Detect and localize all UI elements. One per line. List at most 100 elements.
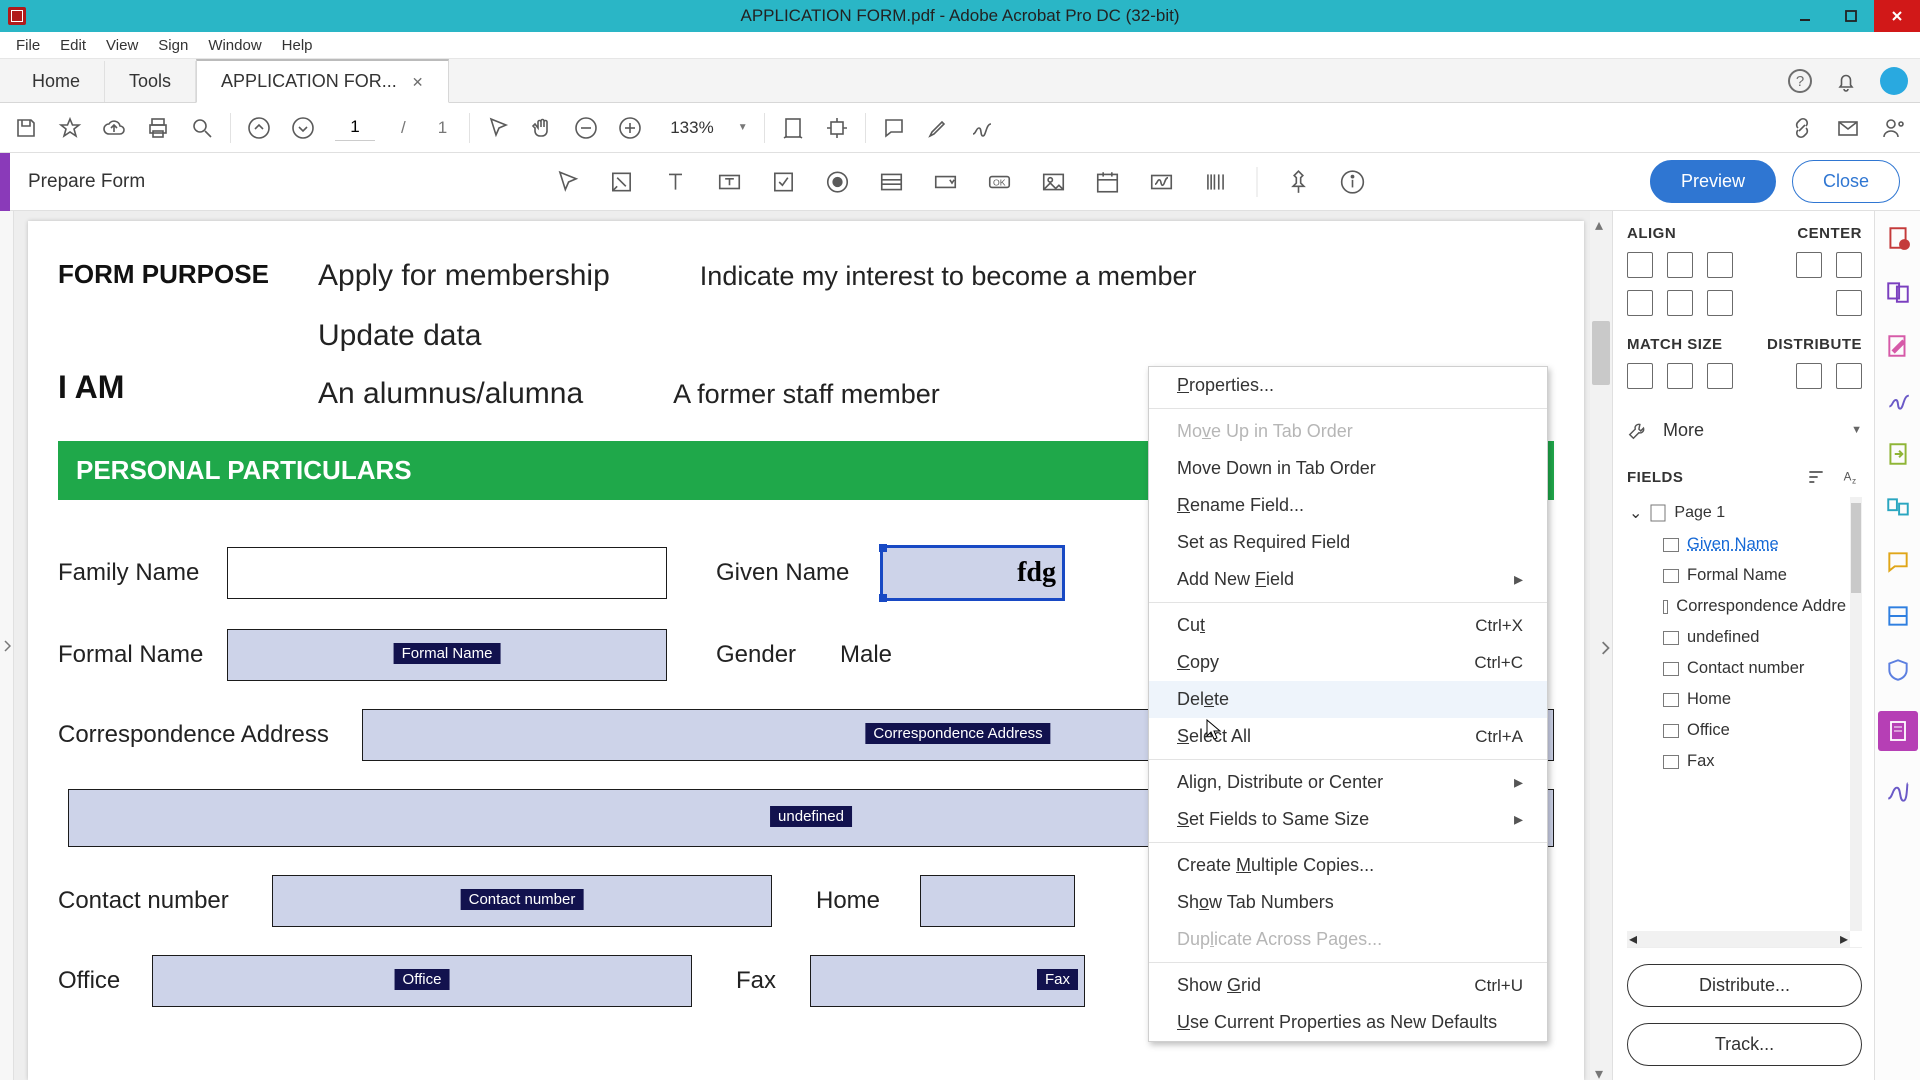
ctx-properties[interactable]: Properties... [1149,367,1547,404]
selection-arrow-icon[interactable] [486,116,510,140]
info-icon[interactable] [1340,169,1366,195]
sort-fields-icon[interactable] [1806,467,1826,487]
ctx-cut[interactable]: CutCtrl+X [1149,607,1547,644]
field-family-name[interactable] [227,547,667,599]
zoom-level[interactable]: 133% [670,118,713,138]
menu-sign[interactable]: Sign [148,34,198,57]
share-people-icon[interactable] [1882,116,1906,140]
date-field-tool-icon[interactable] [1095,169,1121,195]
listbox-tool-icon[interactable] [879,169,905,195]
signature-icon[interactable] [970,116,994,140]
tab-tools[interactable]: Tools [105,61,196,102]
zoom-out-icon[interactable] [574,116,598,140]
ctx-show-grid[interactable]: Show GridCtrl+U [1149,967,1547,1004]
fields-vertical-scrollbar[interactable] [1850,497,1862,931]
image-field-tool-icon[interactable] [1041,169,1067,195]
ctx-copy[interactable]: CopyCtrl+C [1149,644,1547,681]
ctx-rename[interactable]: Rename Field... [1149,487,1547,524]
more-dropdown-icon[interactable]: ▼ [1851,424,1862,436]
distribute-button[interactable]: Distribute... [1627,964,1862,1007]
checkbox-tool-icon[interactable] [771,169,797,195]
track-button[interactable]: Track... [1627,1023,1862,1066]
search-icon[interactable] [190,116,214,140]
sign-icon[interactable] [1885,387,1911,413]
scroll-up-icon[interactable]: ▴ [1595,215,1607,227]
select-tool-icon[interactable] [555,169,581,195]
cloud-upload-icon[interactable] [102,116,126,140]
scrollbar-thumb[interactable] [1592,321,1610,385]
hand-pan-icon[interactable] [530,116,554,140]
ctx-add-new-field[interactable]: Add New Field [1149,561,1547,598]
align-bottom-icon[interactable] [1707,290,1733,316]
highlight-icon[interactable] [926,116,950,140]
tree-field-contact[interactable]: Contact number [1627,653,1848,684]
preview-button[interactable]: Preview [1650,160,1776,203]
ctx-align-dist-center[interactable]: Align, Distribute or Center [1149,764,1547,801]
export-pdf-icon[interactable] [1885,441,1911,467]
field-fax[interactable]: Fax [810,955,1085,1007]
more-row[interactable]: More ▼ [1627,419,1862,441]
left-collapse-handle[interactable] [0,211,14,1080]
align-hcenter-icon[interactable] [1667,252,1693,278]
close-button[interactable]: Close [1792,160,1900,203]
comment-icon[interactable] [882,116,906,140]
ctx-move-down[interactable]: Move Down in Tab Order [1149,450,1547,487]
match-both-icon[interactable] [1707,363,1733,389]
tab-document[interactable]: APPLICATION FOR... ✕ [196,59,448,103]
star-icon[interactable] [58,116,82,140]
fit-page-icon[interactable] [825,116,849,140]
text-field-box-icon[interactable] [717,169,743,195]
pushpin-icon[interactable] [1286,169,1312,195]
field-formal-name[interactable]: Formal Name [227,629,667,681]
scroll-down-icon[interactable]: ▾ [1595,1064,1607,1076]
protect-icon[interactable] [1885,657,1911,683]
tree-field-fax[interactable]: Fax [1627,746,1848,777]
menu-window[interactable]: Window [198,34,271,57]
notification-bell-icon[interactable] [1834,69,1858,93]
match-height-icon[interactable] [1667,363,1693,389]
edit-text-tool-icon[interactable] [609,169,635,195]
tree-field-formal-name[interactable]: Formal Name [1627,560,1848,591]
fields-horizontal-scrollbar[interactable]: ◂▸ [1627,931,1850,947]
field-given-name-selected[interactable]: fdg [880,545,1065,601]
tab-close-icon[interactable]: ✕ [412,74,424,90]
center-both-icon[interactable] [1836,290,1862,316]
align-right-icon[interactable] [1707,252,1733,278]
zoom-dropdown-icon[interactable]: ▼ [738,122,748,133]
scan-ocr-icon[interactable] [1885,603,1911,629]
close-window-button[interactable] [1874,0,1920,32]
tree-page-1[interactable]: ⌄ Page 1 [1627,497,1848,529]
save-icon[interactable] [14,116,38,140]
field-contact-number[interactable]: Contact number [272,875,772,927]
ctx-same-size[interactable]: Set Fields to Same Size [1149,801,1547,838]
page-number-input[interactable]: 1 [335,114,375,141]
page-up-icon[interactable] [247,116,271,140]
center-v-icon[interactable] [1836,252,1862,278]
zoom-in-icon[interactable] [618,116,642,140]
prepare-form-tool-active[interactable] [1878,711,1918,751]
tree-field-given-name[interactable]: Given Name [1627,529,1848,560]
organize-pages-icon[interactable] [1885,495,1911,521]
tree-field-undefined[interactable]: undefined [1627,622,1848,653]
ctx-show-tab-numbers[interactable]: Show Tab Numbers [1149,884,1547,921]
help-icon[interactable]: ? [1788,69,1812,93]
distribute-h-icon[interactable] [1796,363,1822,389]
mail-icon[interactable] [1836,116,1860,140]
center-h-icon[interactable] [1796,252,1822,278]
chevron-down-icon[interactable]: ⌄ [1629,503,1642,523]
align-vcenter-icon[interactable] [1667,290,1693,316]
tree-field-correspondence[interactable]: Correspondence Addre [1627,591,1848,622]
ctx-create-multiple[interactable]: Create Multiple Copies... [1149,847,1547,884]
tab-order-icon[interactable]: Az [1842,467,1862,487]
account-avatar[interactable] [1880,67,1908,95]
combine-files-icon[interactable] [1885,279,1911,305]
menu-edit[interactable]: Edit [50,34,96,57]
field-office[interactable]: Office [152,955,692,1007]
distribute-v-icon[interactable] [1836,363,1862,389]
barcode-tool-icon[interactable] [1203,169,1229,195]
comment-tool-icon[interactable] [1885,549,1911,575]
text-field-tool-icon[interactable] [663,169,689,195]
minimize-button[interactable] [1782,0,1828,32]
dropdown-tool-icon[interactable] [933,169,959,195]
menu-file[interactable]: File [6,34,50,57]
